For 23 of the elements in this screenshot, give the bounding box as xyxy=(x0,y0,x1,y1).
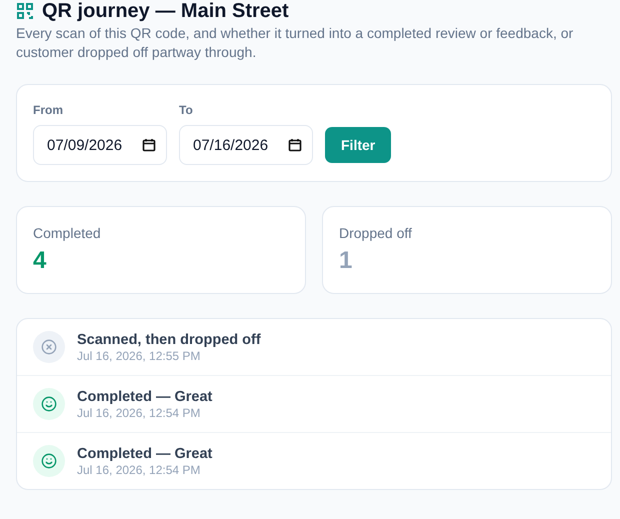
stat-value: 4 xyxy=(33,247,48,275)
event-time: Jul 16, 2026, 12:54 PM xyxy=(77,406,202,420)
event-time: Jul 16, 2026, 12:55 PM xyxy=(77,348,202,362)
to-date-field[interactable]: 07/16/2026 xyxy=(179,125,313,165)
page-title: QR journey — Main Street xyxy=(42,0,289,22)
page-description: Every scan of this QR code, and whether it turned into a completed review or feedback, or customer dropped off partway through. xyxy=(16,24,574,62)
qr-code-icon xyxy=(16,2,34,20)
smiley-icon xyxy=(41,453,57,469)
event-title: Completed — Great xyxy=(77,388,212,404)
calendar-icon[interactable] xyxy=(288,138,302,152)
close-circle-icon xyxy=(41,339,57,355)
filter-button[interactable]: Filter xyxy=(325,127,392,163)
event-title: Scanned, then dropped off xyxy=(77,332,261,348)
stat-label: Completed xyxy=(33,225,102,241)
smiley-icon xyxy=(41,396,57,412)
event-title: Completed — Great xyxy=(77,446,212,462)
calendar-icon[interactable] xyxy=(142,138,156,152)
to-label: To xyxy=(179,103,194,117)
event-time: Jul 16, 2026, 12:54 PM xyxy=(77,462,202,476)
stat-value: 1 xyxy=(339,247,354,275)
from-date-field[interactable]: 07/09/2026 xyxy=(33,125,167,165)
stat-label: Dropped off xyxy=(339,225,413,241)
from-label: From xyxy=(33,103,64,117)
